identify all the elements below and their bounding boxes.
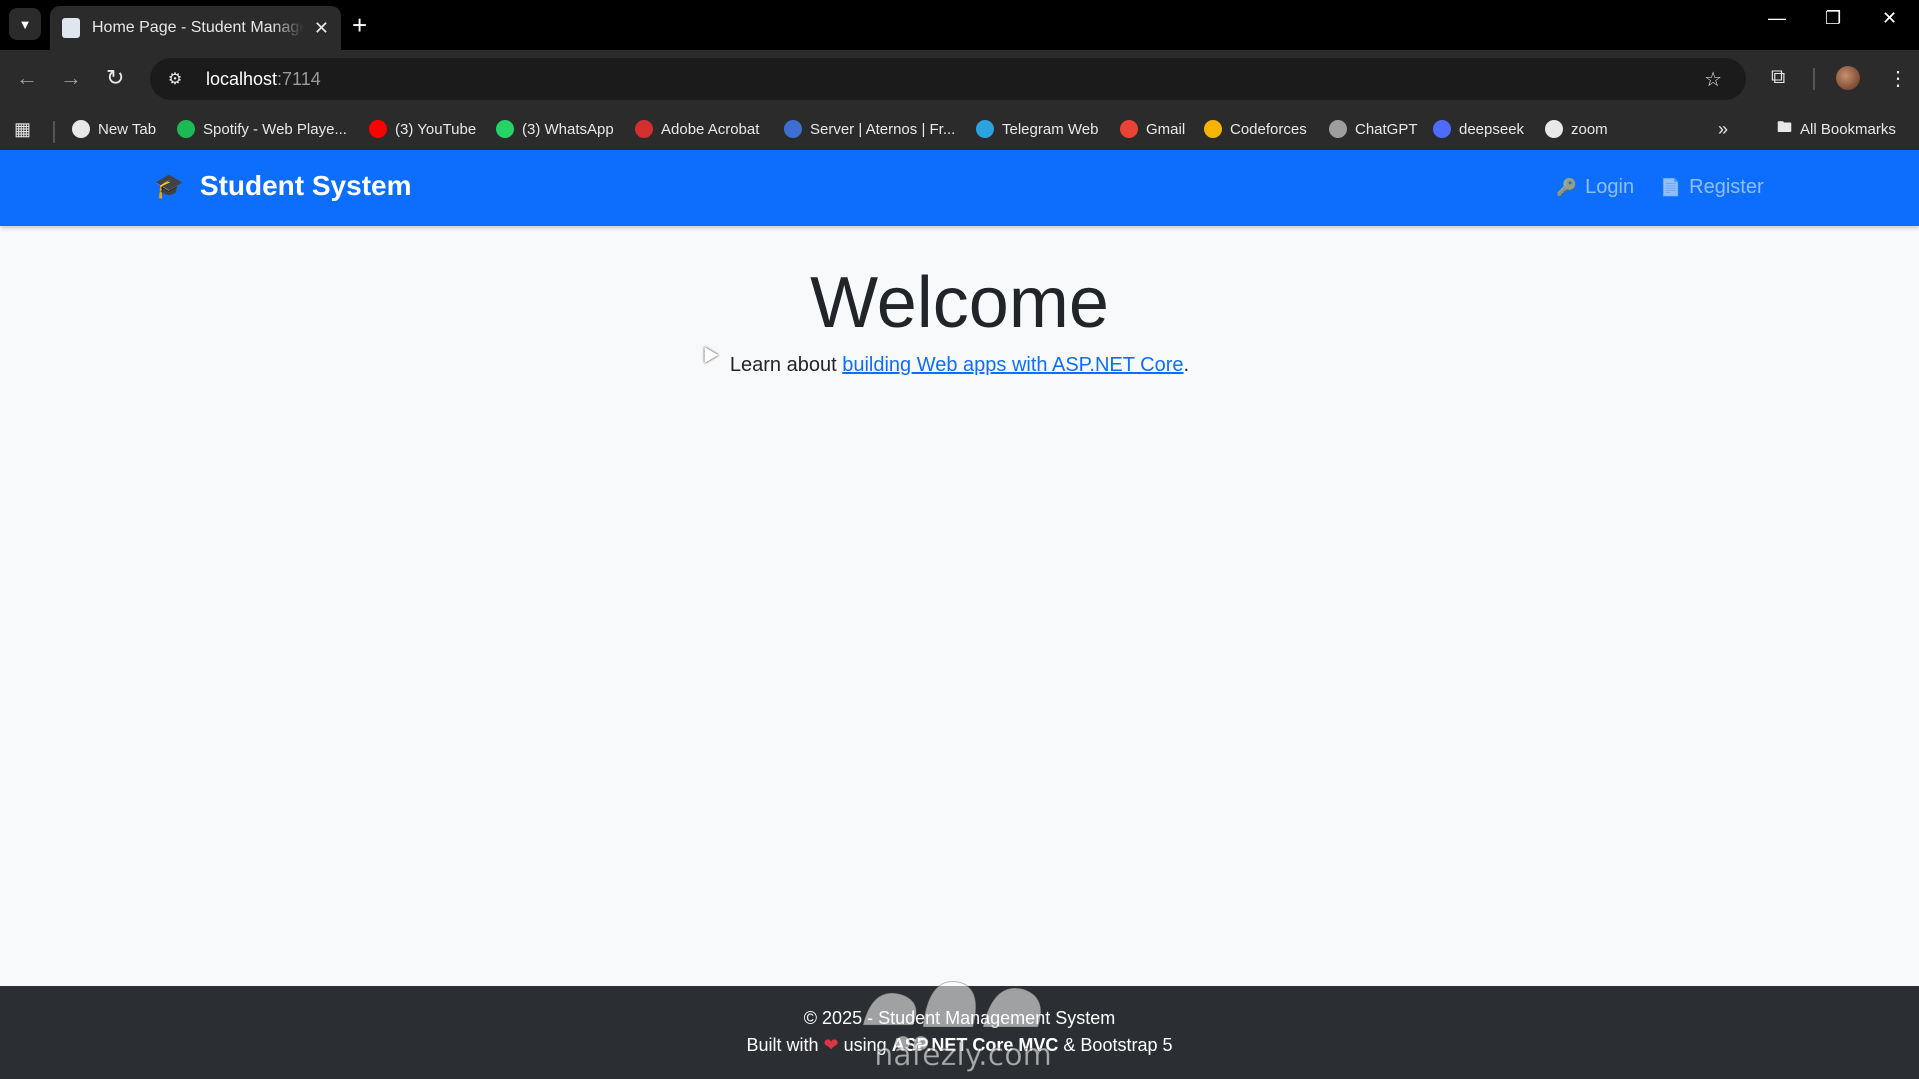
bookmark-item[interactable]: Telegram Web	[976, 116, 1098, 142]
forward-arrow-icon[interactable]: →	[60, 64, 82, 92]
bookmark-label: deepseek	[1459, 120, 1525, 138]
bookmark-favicon-icon	[72, 120, 90, 138]
url-text[interactable]: localhost:7114	[206, 69, 321, 90]
built-tech: ASP.NET Core MVC	[891, 1035, 1059, 1055]
bookmark-item[interactable]: New Tab	[72, 116, 156, 142]
minimize-window-icon[interactable]: —	[1768, 8, 1786, 29]
learn-prefix: Learn about	[729, 354, 843, 376]
browser-tab-active[interactable]: Home Page - Student Management System ✕	[50, 6, 341, 50]
all-bookmarks-folder[interactable]: 🖿 All Bookmarks	[1777, 116, 1896, 142]
bookmark-favicon-icon	[369, 120, 387, 138]
bookmark-label: (3) YouTube	[395, 120, 477, 138]
bookmark-label: Gmail	[1146, 120, 1186, 138]
address-bar[interactable]: ⚙ localhost:7114 ☆	[150, 58, 1746, 100]
bookmark-item[interactable]: Adobe Acrobat	[635, 116, 759, 142]
aspnet-docs-link[interactable]: building Web apps with ASP.NET Core	[842, 354, 1183, 376]
menu-kebab-icon[interactable]: ⋮	[1888, 66, 1908, 91]
restore-window-icon[interactable]: ❐	[1825, 8, 1841, 29]
bookmark-item[interactable]: Gmail	[1120, 116, 1185, 142]
bookmark-favicon-icon	[177, 120, 195, 138]
page-footer: © 2025 - Student Management System Built…	[0, 986, 1919, 1079]
tab-title: Home Page - Student Management System	[92, 19, 304, 36]
built-suffix: & Bootstrap 5	[1063, 1035, 1173, 1055]
url-host: localhost	[206, 68, 278, 89]
bookmark-item[interactable]: (3) WhatsApp	[496, 116, 614, 142]
extensions-icon[interactable]: ⧉	[1771, 66, 1785, 89]
bookmark-favicon-icon	[1204, 120, 1222, 138]
bookmark-label: Telegram Web	[1002, 120, 1099, 138]
reload-icon[interactable]: ↻	[106, 64, 124, 92]
bookmark-favicon-icon	[1545, 120, 1563, 138]
bookmark-item[interactable]: Server | Aternos | Fr...	[784, 116, 955, 142]
bookmark-favicon-icon	[1433, 120, 1451, 138]
learn-about-text: Learn about building Web apps with ASP.N…	[0, 354, 1919, 377]
tab-search-button[interactable]: ▼	[9, 8, 41, 40]
bookmarks-bar: ▦ New Tab Spotify - Web Playe... (3) YouTu…	[0, 108, 1919, 150]
bookmark-label: (3) WhatsApp	[522, 120, 614, 138]
bookmark-label: Adobe Acrobat	[661, 120, 760, 138]
bookmark-label: Server | Aternos | Fr...	[810, 120, 956, 138]
welcome-heading: Welcome	[810, 263, 1109, 343]
back-arrow-icon[interactable]: ←	[16, 64, 38, 92]
login-label: Login	[1585, 176, 1635, 198]
more-bookmarks-icon[interactable]: »	[1718, 116, 1728, 142]
url-port: :7114	[277, 68, 321, 89]
browser-toolbar: ← → ↻ ⚙ localhost:7114 ☆ ⧉ ⋮	[0, 50, 1919, 108]
close-window-icon[interactable]: ✕	[1882, 8, 1897, 29]
chevron-down-icon: ▼	[18, 16, 32, 32]
folder-icon: 🖿	[1777, 118, 1793, 136]
copyright-text: © 2025 - Student Management System	[803, 1008, 1116, 1028]
heart-icon: ❤	[823, 1035, 839, 1055]
bookmark-favicon-icon	[784, 120, 802, 138]
bookmark-item[interactable]: zoom	[1545, 116, 1608, 142]
bookmark-favicon-icon	[1120, 120, 1138, 138]
built-with-text: Built with ❤ using ASP.NET Core MVC & Bo…	[0, 1035, 1919, 1056]
bookmark-item[interactable]: ChatGPT	[1329, 116, 1418, 142]
register-link[interactable]: 📄 Register	[1660, 176, 1764, 199]
all-bookmarks-label: All Bookmarks	[1800, 120, 1896, 138]
bookmark-favicon-icon	[496, 120, 514, 138]
bookmark-item[interactable]: Spotify - Web Playe...	[177, 116, 347, 142]
bookmark-item[interactable]: Codeforces	[1204, 116, 1307, 142]
close-tab-icon[interactable]: ✕	[314, 18, 329, 39]
bookmark-label: ChatGPT	[1355, 120, 1418, 138]
bookmark-item[interactable]: (3) YouTube	[369, 116, 476, 142]
profile-avatar[interactable]	[1836, 66, 1860, 90]
apps-grid-icon[interactable]: ▦	[14, 116, 31, 142]
bookmark-favicon-icon	[1329, 120, 1347, 138]
brand-label: Student System	[199, 170, 412, 201]
built-prefix: Built with	[746, 1035, 819, 1055]
learn-suffix: .	[1183, 354, 1190, 376]
bookmark-item[interactable]: deepseek	[1433, 116, 1524, 142]
bookmark-label: zoom	[1571, 120, 1608, 138]
app-navbar: 🎓 Student System 🔑 Login 📄 Register	[0, 150, 1919, 226]
graduation-cap-icon: 🎓	[154, 172, 184, 200]
bookmark-label: Codeforces	[1230, 120, 1307, 138]
key-icon: 🔑	[1556, 177, 1578, 197]
bookmark-label: New Tab	[98, 120, 157, 138]
login-link[interactable]: 🔑 Login	[1556, 176, 1634, 199]
built-middle: using	[843, 1035, 887, 1055]
main-content: Welcome Learn about building Web apps wi…	[0, 226, 1919, 986]
new-tab-button[interactable]: +	[352, 10, 367, 40]
bookmarks-divider	[53, 121, 55, 143]
page-favicon-icon	[62, 18, 80, 38]
document-icon: 📄	[1660, 177, 1682, 197]
bookmark-favicon-icon	[976, 120, 994, 138]
brand-link[interactable]: 🎓 Student System	[154, 170, 412, 202]
register-label: Register	[1689, 176, 1764, 198]
browser-tab-strip: ▼ Home Page - Student Management System …	[0, 0, 1919, 50]
toolbar-divider	[1813, 68, 1815, 90]
bookmark-star-icon[interactable]: ☆	[1704, 67, 1722, 92]
site-info-icon[interactable]: ⚙	[164, 69, 186, 89]
bookmark-favicon-icon	[635, 120, 653, 138]
bookmark-label: Spotify - Web Playe...	[203, 120, 347, 138]
